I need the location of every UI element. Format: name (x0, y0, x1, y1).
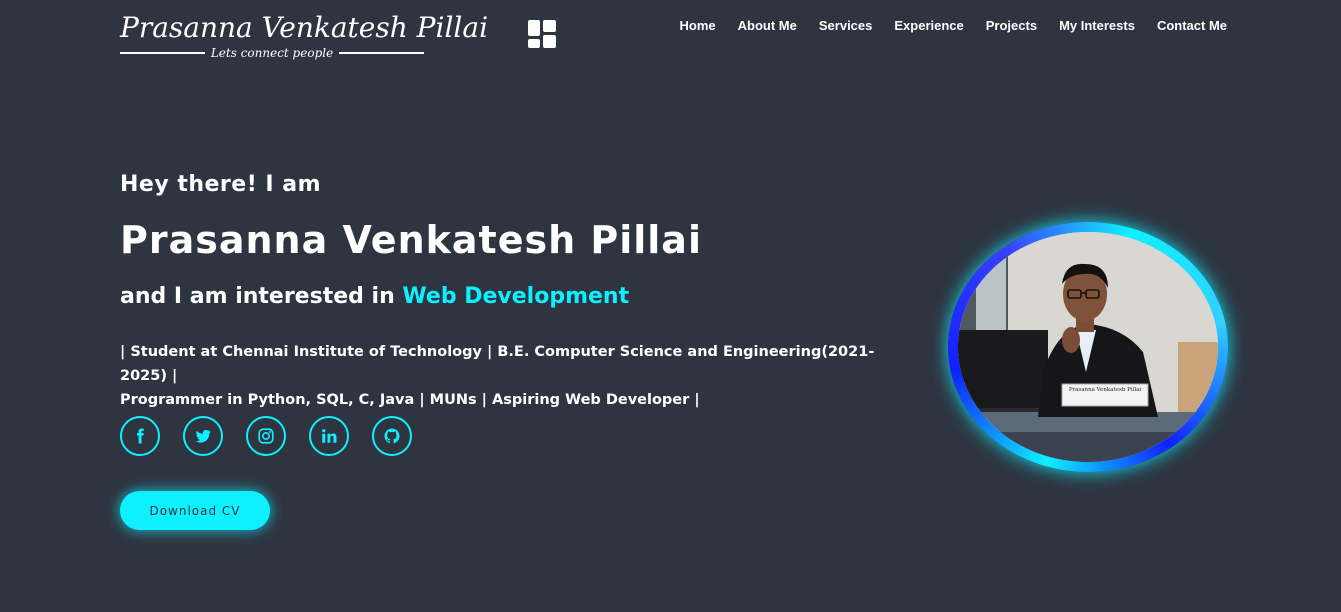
nav-home[interactable]: Home (680, 18, 716, 33)
nav-about-me[interactable]: About Me (738, 18, 797, 33)
hero-interest: and I am interested in Web Development (120, 284, 629, 309)
download-cv-button[interactable]: Download CV (120, 491, 270, 530)
tagline-rule-left (120, 52, 205, 54)
bio-line-2: Programmer in Python, SQL, C, Java | MUN… (120, 392, 700, 408)
nameplate-text: Prasanna Venkatesh Pillai (1068, 387, 1142, 393)
social-links (120, 416, 412, 456)
profile-photo: Prasanna Venkatesh Pillai (958, 232, 1218, 462)
github-icon[interactable] (372, 416, 412, 456)
twitter-icon[interactable] (183, 416, 223, 456)
nav-services[interactable]: Services (819, 18, 873, 33)
instagram-icon[interactable] (246, 416, 286, 456)
profile-photo-illustration (958, 232, 1218, 462)
interest-prefix: and I am interested in (120, 284, 395, 309)
site-logo[interactable]: Prasanna Venkatesh Pillai Lets connect p… (120, 8, 489, 64)
main-nav: Home About Me Services Experience Projec… (680, 18, 1227, 33)
hero-greeting: Hey there! I am (120, 172, 322, 197)
hero-bio: | Student at Chennai Institute of Techno… (120, 340, 910, 412)
grid-menu-icon[interactable] (528, 20, 556, 48)
hero-name: Prasanna Venkatesh Pillai (120, 218, 702, 262)
tagline-rule-right (339, 52, 425, 54)
tagline-text: Lets connect people (210, 46, 334, 60)
nav-my-interests[interactable]: My Interests (1059, 18, 1135, 33)
nav-experience[interactable]: Experience (894, 18, 963, 33)
bio-line-1: | Student at Chennai Institute of Techno… (120, 344, 875, 384)
nav-projects[interactable]: Projects (986, 18, 1037, 33)
facebook-icon[interactable] (120, 416, 160, 456)
interest-highlight: Web Development (402, 284, 630, 309)
logo-tagline: Lets connect people (120, 44, 425, 62)
logo-title: Prasanna Venkatesh Pillai (120, 11, 489, 44)
nav-contact-me[interactable]: Contact Me (1157, 18, 1227, 33)
linkedin-icon[interactable] (309, 416, 349, 456)
